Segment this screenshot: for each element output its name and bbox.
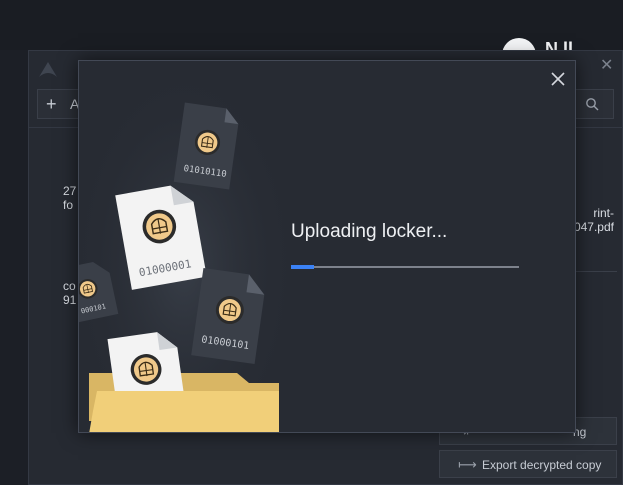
upload-dialog: 01010110 01000001 000101 01000101 Upload… xyxy=(78,60,576,433)
file-name-line: 91 xyxy=(63,293,77,307)
file-name-line: rint- xyxy=(593,206,614,220)
upload-status-text: Uploading locker... xyxy=(291,221,448,242)
search-icon xyxy=(586,98,599,111)
search-button[interactable] xyxy=(572,89,614,119)
upload-illustration: 01010110 01000001 000101 01000101 xyxy=(79,61,289,432)
app-logo-icon xyxy=(39,62,57,77)
app-close-icon[interactable]: ✕ xyxy=(600,58,614,74)
details-divider xyxy=(569,271,617,272)
upload-progress-fill xyxy=(291,265,314,269)
file-name-line: co xyxy=(63,279,76,293)
file-item[interactable]: co 91 xyxy=(63,279,76,307)
export-decrypted-label: Export decrypted copy xyxy=(482,458,602,472)
file-name-line: 047.pdf xyxy=(573,220,614,234)
plus-icon: + xyxy=(46,94,57,114)
close-icon[interactable] xyxy=(550,71,566,87)
file-item[interactable]: 27 fo xyxy=(63,184,76,212)
export-decrypted-button[interactable]: ⟼ Export decrypted copy xyxy=(439,450,617,478)
file-name-line: 27 xyxy=(63,184,77,198)
export-arrow-icon: ⟼ xyxy=(458,457,477,472)
upload-progress-bar xyxy=(291,265,519,269)
encrypted-file-icon: 01010110 xyxy=(173,102,239,190)
file-name-line: fo xyxy=(63,198,74,212)
file-item[interactable]: rint- 047.pdf xyxy=(574,206,614,234)
